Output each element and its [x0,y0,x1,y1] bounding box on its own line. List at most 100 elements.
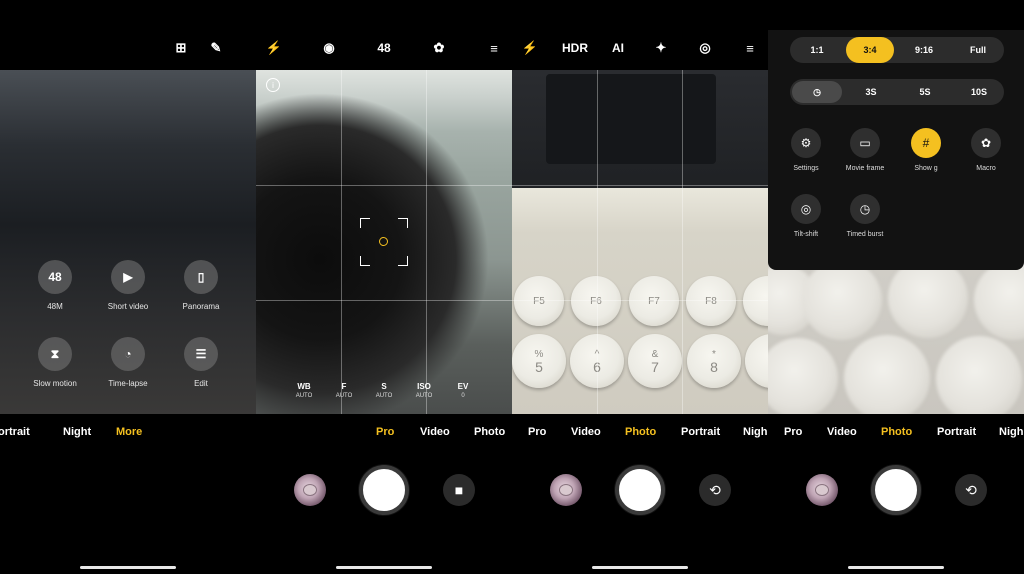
mode-label: Time-lapse [108,379,148,388]
panel-photo-mode: ⚡ HDR AI ✦ ◎ ≡ F5 F6 F7 F8 % 5 ^ 6 & 7 * 8 P… [512,0,768,574]
mode-selector: ortrait Night More [0,426,256,442]
panorama-button[interactable]: ▯ Panorama [166,260,236,311]
mode-label: 48M [47,302,63,311]
shutter-button[interactable] [359,465,409,515]
mode-night[interactable]: Nigh [743,426,767,438]
mode-pro[interactable]: Pro [528,426,546,438]
mode-selector: Pro Video Photo Portrait Nigh [768,426,1024,442]
movie-frame-button[interactable]: ▭ Movie frame [835,128,895,172]
ai-toggle[interactable]: AI [606,36,630,60]
macro-button[interactable]: ✿ Macro [956,128,1016,172]
home-indicator [80,566,176,569]
hdr-toggle[interactable]: HDR [562,36,588,60]
panorama-icon: ▯ [184,260,218,294]
keyboard-key [745,334,768,388]
flash-off-icon[interactable]: ⚡ [518,36,542,60]
settings-button[interactable]: ⚙ Settings [776,128,836,172]
iso-control[interactable]: ISO AUTO [404,382,444,399]
home-indicator [336,566,432,569]
viewfinder: F5 F6 F7 F8 % 5 ^ 6 & 7 * 8 [512,70,768,414]
mode-video[interactable]: Video [571,426,601,438]
info-icon[interactable]: i [266,78,280,92]
gallery-thumbnail[interactable] [550,474,582,506]
mode-selector: Pro Video Photo Portrait Nigh [512,426,768,442]
beauty-icon[interactable]: ✦ [649,36,673,60]
grid-line [597,70,598,414]
f-control[interactable]: F AUTO [324,382,364,399]
timed-burst-button[interactable]: ◷ Timed burst [835,194,895,238]
time-lapse-button[interactable]: ◔ Time-lapse [93,337,163,388]
ratio-3-4[interactable]: 3:4 [846,37,894,63]
short-video-button[interactable]: ▶ Short video [93,260,163,311]
mode-label: Short video [107,302,149,311]
gear-icon: ⚙ [791,128,821,158]
mode-photo[interactable]: Photo [881,426,912,438]
timer-off-icon[interactable]: ◷ [792,81,842,103]
settings-dropdown: 1:1 3:4 9:16 Full ◷ 3S 5S 10S ⚙ Settings… [768,30,1024,270]
movie-frame-icon: ▭ [850,128,880,158]
shutter-button[interactable] [615,465,665,515]
menu-icon[interactable]: ≡ [482,36,506,60]
keyboard-key: F5 [514,276,564,326]
slow-motion-button[interactable]: ⧗ Slow motion [20,337,90,388]
ratio-full[interactable]: Full [952,37,1004,63]
timer-10s[interactable]: 10S [954,79,1004,105]
flip-camera-icon[interactable]: ⟲ [699,474,731,506]
timer-selector: ◷ 3S 5S 10S [790,79,1004,105]
hourglass-icon: ⧗ [38,337,72,371]
filters-icon[interactable]: ✿ [427,36,451,60]
panel-settings-menu: 1:1 3:4 9:16 Full ◷ 3S 5S 10S ⚙ Settings… [768,0,1024,574]
ratio-9-16[interactable]: 9:16 [898,37,950,63]
mode-video[interactable]: Video [827,426,857,438]
48m-icon: 48 [38,260,72,294]
timer-3s[interactable]: 3S [846,79,896,105]
mode-night[interactable]: Nigh [999,426,1023,438]
grid-icon[interactable]: ⊞ [169,36,193,60]
wb-control[interactable]: WB AUTO [284,382,324,399]
keyboard-key: F8 [686,276,736,326]
ratio-1-1[interactable]: 1:1 [790,37,844,63]
edit-icon[interactable]: ✎ [204,36,228,60]
mode-pro[interactable]: Pro [784,426,802,438]
mode-portrait[interactable]: Portrait [681,426,720,438]
menu-icon[interactable]: ≡ [738,36,762,60]
panel-more-modes: ⊞ ✎ 48 48M ▶ Short video ▯ Panorama ⧗ Sl… [0,0,256,574]
mode-portrait[interactable]: Portrait [937,426,976,438]
mode-photo[interactable]: Photo [625,426,656,438]
home-indicator [592,566,688,569]
48mp-toggle[interactable]: 48 [372,36,396,60]
grid-line [256,185,512,186]
timed-burst-icon: ◷ [850,194,880,224]
mode-48m-button[interactable]: 48 48M [20,260,90,311]
lens-icon[interactable]: ◎ [693,36,717,60]
flip-camera-icon[interactable]: ⟲ [955,474,987,506]
flash-off-icon[interactable]: ⚡ [262,36,286,60]
gallery-thumbnail[interactable] [806,474,838,506]
grid-line [341,70,342,414]
mode-portrait[interactable]: ortrait [0,426,30,438]
mode-label: Slow motion [33,379,77,388]
tilt-shift-icon: ◎ [791,194,821,224]
grid-line [682,70,683,414]
grid-line [512,300,768,301]
video-record-icon[interactable]: ■ [443,474,475,506]
grid-icon: # [911,128,941,158]
tilt-shift-button[interactable]: ◎ Tilt-shift [776,194,836,238]
mode-pro[interactable]: Pro [376,426,394,438]
keyboard-key [743,276,768,326]
mode-photo[interactable]: Photo [474,426,505,438]
mode-more[interactable]: More [116,426,142,438]
edit-modes-button[interactable]: ☰ Edit [166,337,236,388]
mode-video[interactable]: Video [420,426,450,438]
mode-night[interactable]: Night [63,426,91,438]
shutter-button[interactable] [871,465,921,515]
viewfinder: 48 48M ▶ Short video ▯ Panorama ⧗ Slow m… [0,70,256,414]
gallery-thumbnail[interactable] [294,474,326,506]
show-gridlines-button[interactable]: # Show g [896,128,956,172]
s-control[interactable]: S AUTO [364,382,404,399]
sliders-icon: ☰ [184,337,218,371]
viewfinder: i WB AUTO F AUTO S AUTO ISO AUTO EV 0 [256,70,512,414]
live-icon[interactable]: ◉ [317,36,341,60]
timer-5s[interactable]: 5S [900,79,950,105]
ev-control[interactable]: EV 0 [443,382,483,399]
